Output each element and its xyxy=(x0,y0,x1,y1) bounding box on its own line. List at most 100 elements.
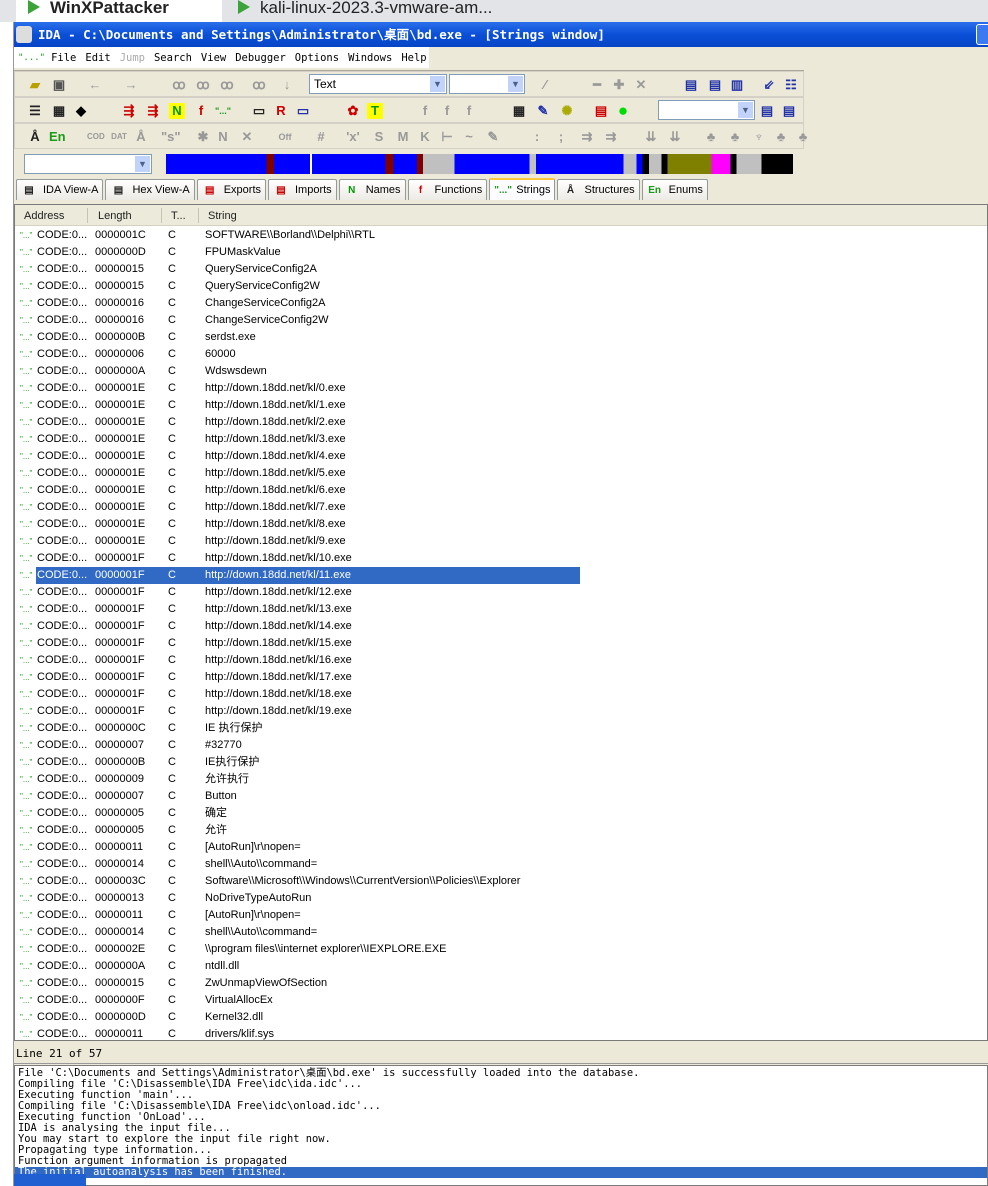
table-row[interactable]: "..." CODE:0... 0000001F Chttp://down.18dd.… xyxy=(15,550,985,567)
search-value-combo[interactable]: ▼ xyxy=(449,74,525,94)
table-row[interactable]: "..." CODE:0... 00000016 C ChangeServiceConf… xyxy=(15,295,985,312)
minus-icon[interactable]: ━ xyxy=(589,77,605,93)
imports-icon[interactable]: ⇶ xyxy=(145,103,161,119)
chevron-down-icon[interactable]: ▼ xyxy=(135,156,150,172)
table-row[interactable]: "..." CODE:0... 00000016 C ChangeServiceConf… xyxy=(15,312,985,329)
calculator-icon[interactable]: ▦ xyxy=(511,103,527,119)
back-arrow-icon[interactable]: ← xyxy=(87,77,103,93)
table-row[interactable]: "..." CODE:0... 0000000B C IE执行保护 xyxy=(15,754,985,771)
column-header-type[interactable]: T... xyxy=(171,210,186,222)
restore-window-icon[interactable]: ⇙ xyxy=(761,77,777,93)
minimize-button[interactable] xyxy=(976,24,988,45)
column-divider[interactable] xyxy=(87,208,88,223)
column-header-address[interactable]: Address xyxy=(24,210,64,222)
table-row[interactable]: "..." CODE:0... 0000001E Chttp://down.18dd.… xyxy=(15,482,985,499)
table-row[interactable]: "..." CODE:0... 0000000A Cntdll.dll xyxy=(15,958,985,975)
table-row[interactable]: "..." CODE:0... 0000001F Chttp://down.18dd.… xyxy=(15,686,985,703)
output-window[interactable]: File 'C:\Documents and Settings\Administ… xyxy=(14,1065,988,1186)
table-row[interactable]: "..." CODE:0... 0000002E C \\program files\\… xyxy=(15,941,985,958)
table-row[interactable]: "..." CODE:0... 0000001F Chttp://down.18dd.… xyxy=(15,652,985,669)
functions-icon[interactable]: f xyxy=(193,103,209,119)
tab-functions[interactable]: f Functions xyxy=(407,179,488,200)
table-row[interactable]: "..." CODE:0... 0000000F C VirtualAllocEx xyxy=(15,992,985,1009)
table-row[interactable]: "..." CODE:0... 00000007 C #32770 xyxy=(15,737,985,754)
exports-icon[interactable]: ⇶ xyxy=(121,103,137,119)
repeat-comment-icon[interactable]: ; xyxy=(553,129,569,145)
text-view-icon[interactable]: ☰ xyxy=(27,103,43,119)
undefine-icon[interactable]: ✕ xyxy=(239,129,255,145)
save-icon[interactable]: ▣ xyxy=(51,77,67,93)
string-type-icon[interactable]: "s" xyxy=(161,129,181,145)
binoculars-binary-icon[interactable]: ꝏ xyxy=(219,77,235,93)
column-header-divider[interactable] xyxy=(198,208,199,223)
name-n-icon[interactable]: N xyxy=(215,129,231,145)
plus-icon[interactable]: ✚ xyxy=(611,77,627,93)
table-row[interactable]: "..." CODE:0... 00000014 Cshell\\Auto\\comm… xyxy=(15,856,985,873)
open-folder-icon[interactable]: ▰ xyxy=(27,77,43,93)
table-row[interactable]: "..." CODE:0... 0000001F Chttp://down.18dd.… xyxy=(15,567,985,584)
selectors-icon[interactable]: ▭ xyxy=(295,103,311,119)
table-row[interactable]: "..." CODE:0... 0000001E Chttp://down.18dd.… xyxy=(15,397,985,414)
chevron-down-icon[interactable]: ▼ xyxy=(738,102,753,118)
close-x-icon[interactable]: ✕ xyxy=(633,77,649,93)
stack-k-icon[interactable]: K xyxy=(417,129,433,145)
column-header-string[interactable]: String xyxy=(208,210,237,222)
table-row[interactable]: "..." CODE:0... 0000001F Chttp://down.18dd.… xyxy=(15,618,985,635)
chevron-down-icon[interactable]: ▼ xyxy=(430,76,445,92)
function-fo-icon[interactable]: f xyxy=(439,103,455,119)
tab-names[interactable]: N Names xyxy=(338,179,406,200)
table-row[interactable]: "..." CODE:0... 00000013 C NoDriveTypeAutoRu… xyxy=(15,890,985,907)
table-row[interactable]: "..." CODE:0... 0000000D C FPUMaskValue xyxy=(15,244,985,261)
binoculars-next-icon[interactable]: ꝏ xyxy=(195,77,211,93)
hex-view-icon[interactable]: ▦ xyxy=(51,103,67,119)
names-icon[interactable]: N xyxy=(169,103,185,119)
segment-s-icon[interactable]: S xyxy=(371,129,387,145)
function-f-icon[interactable]: f xyxy=(417,103,433,119)
table-row[interactable]: "..." CODE:0... 0000001E Chttp://down.18dd.… xyxy=(15,431,985,448)
table-row[interactable]: "..." CODE:0... 00000015 C ZwUnmapViewOfSect… xyxy=(15,975,985,992)
xrefs-to-icon[interactable]: ⇊ xyxy=(643,129,659,145)
line-insert-icon[interactable]: ⇉ xyxy=(579,129,595,145)
table-row[interactable]: "..." CODE:0... 00000011 C [AutoRun]\r\nopen… xyxy=(15,839,985,856)
script-icon[interactable]: ✎ xyxy=(535,103,551,119)
tab-exports[interactable]: ▤ Exports xyxy=(196,179,266,200)
chevron-down-icon[interactable]: ▼ xyxy=(508,76,523,92)
navigation-color-strip[interactable] xyxy=(166,154,793,174)
table-row[interactable]: "..." CODE:0... 00000005 C 确定 xyxy=(15,805,985,822)
table-row[interactable]: "..." CODE:0... 00000011 Cdrivers/klif.sys xyxy=(15,1026,985,1043)
xrefs-from-icon[interactable]: ⇊ xyxy=(667,129,683,145)
table-row[interactable]: "..." CODE:0... 0000001E Chttp://down.18dd.… xyxy=(15,516,985,533)
table-row[interactable]: "..." CODE:0... 0000001E Chttp://down.18dd.… xyxy=(15,465,985,482)
strings-icon[interactable]: "..." xyxy=(215,103,231,119)
search-type-combo[interactable]: Text ▼ xyxy=(309,74,447,94)
function-ft-icon[interactable]: f xyxy=(461,103,477,119)
table-row[interactable]: "..." CODE:0... 0000001C C SOFTWARE\\Borland… xyxy=(15,227,985,244)
debugger-combo[interactable]: ▼ xyxy=(658,100,755,120)
table-row[interactable]: "..." CODE:0... 00000006 C 60000 xyxy=(15,346,985,363)
table-row[interactable]: "..." CODE:0... 0000001E Chttp://down.18dd.… xyxy=(15,533,985,550)
table-row[interactable]: "..." CODE:0... 0000000D C Kernel32.dll xyxy=(15,1009,985,1026)
table-row[interactable]: "..." CODE:0... 0000001F Chttp://down.18dd.… xyxy=(15,584,985,601)
flow-chart-icon[interactable]: ♣ xyxy=(703,129,719,145)
comment-icon[interactable]: : xyxy=(529,129,545,145)
struct-var-icon[interactable]: Å xyxy=(133,129,149,145)
table-row[interactable]: "..." CODE:0... 0000001E Chttp://down.18dd.… xyxy=(15,380,985,397)
host-tab-winxpattacker[interactable]: WinXPattacker xyxy=(16,0,222,22)
column-header-length[interactable]: Length xyxy=(98,210,132,222)
tile-horizontal-icon[interactable]: ▤ xyxy=(707,77,723,93)
segments-icon[interactable]: ▭ xyxy=(251,103,267,119)
host-tab-kali[interactable]: kali-linux-2023.3-vmware-am... xyxy=(226,0,522,22)
code-icon[interactable]: COD xyxy=(87,129,105,145)
table-row[interactable]: "..." CODE:0... 0000000B Cserdst.exe xyxy=(15,329,985,346)
table-row[interactable]: "..." CODE:0... 0000001E Chttp://down.18dd.… xyxy=(15,448,985,465)
debugger-detach-icon[interactable]: ▤ xyxy=(781,103,797,119)
log-icon[interactable]: ▤ xyxy=(593,103,609,119)
bitwise-icon[interactable]: ⊢ xyxy=(439,129,455,145)
table-row[interactable]: "..." CODE:0... 00000005 C 允许 xyxy=(15,822,985,839)
table-row[interactable]: "..." CODE:0... 0000001F Chttp://down.18dd.… xyxy=(15,669,985,686)
segment-registers-icon[interactable]: R xyxy=(273,103,289,119)
enum-m-icon[interactable]: M xyxy=(395,129,411,145)
forward-arrow-icon[interactable]: → xyxy=(123,77,139,93)
column-header-divider[interactable] xyxy=(161,208,162,223)
array-icon[interactable]: ✱ xyxy=(195,129,211,145)
